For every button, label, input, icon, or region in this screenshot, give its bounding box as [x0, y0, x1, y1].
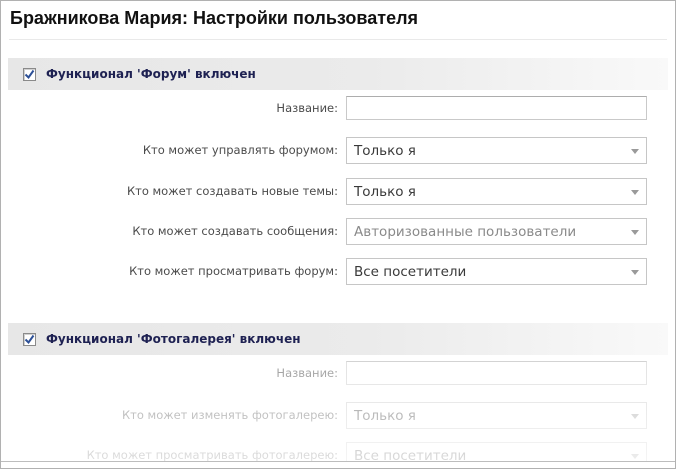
section-gallery-header: Функционал 'Фотогалерея' включен — [8, 323, 668, 355]
edit-gallery-label: Кто может изменять фотогалерею: — [1, 402, 338, 429]
edit-gallery-select[interactable]: Только я — [346, 402, 647, 429]
gallery-enabled-checkbox[interactable] — [23, 333, 36, 346]
create-messages-label: Кто может создавать сообщения: — [1, 218, 338, 245]
view-forum-label: Кто может просматривать форум: — [1, 258, 338, 285]
view-gallery-select[interactable]: Все посетители — [346, 442, 647, 462]
create-topics-label: Кто может создавать новые темы: — [1, 178, 338, 205]
view-gallery-label: Кто может просматривать фотогалерею: — [1, 442, 338, 462]
create-topics-select[interactable]: Только я — [346, 178, 647, 205]
title-divider — [9, 39, 667, 40]
checkmark-icon — [24, 334, 35, 345]
section-forum-title: Функционал 'Форум' включен — [46, 67, 256, 81]
chevron-down-icon — [631, 149, 639, 154]
chevron-down-icon — [631, 270, 639, 275]
settings-content: Бражникова Мария: Настройки пользователя… — [1, 1, 675, 462]
page-title: Бражникова Мария: Настройки пользователя — [10, 8, 418, 29]
create-messages-select[interactable]: Авторизованные пользователи — [346, 218, 647, 245]
chevron-down-icon — [631, 230, 639, 235]
forum-name-input[interactable] — [346, 96, 647, 120]
forum-enabled-checkbox[interactable] — [23, 68, 36, 81]
manage-forum-label: Кто может управлять форумом: — [1, 137, 338, 164]
view-forum-select[interactable]: Все посетители — [346, 258, 647, 285]
section-forum-header: Функционал 'Форум' включен — [8, 58, 668, 90]
chevron-down-icon — [631, 190, 639, 195]
checkmark-icon — [24, 69, 35, 80]
settings-window: Бражникова Мария: Настройки пользователя… — [0, 0, 676, 469]
chevron-down-icon — [631, 454, 639, 459]
gallery-name-input[interactable] — [346, 361, 647, 385]
manage-forum-select[interactable]: Только я — [346, 137, 647, 164]
forum-name-label: Название: — [1, 96, 338, 120]
gallery-name-label: Название: — [1, 361, 338, 385]
chevron-down-icon — [631, 414, 639, 419]
section-gallery-title: Функционал 'Фотогалерея' включен — [46, 332, 301, 346]
